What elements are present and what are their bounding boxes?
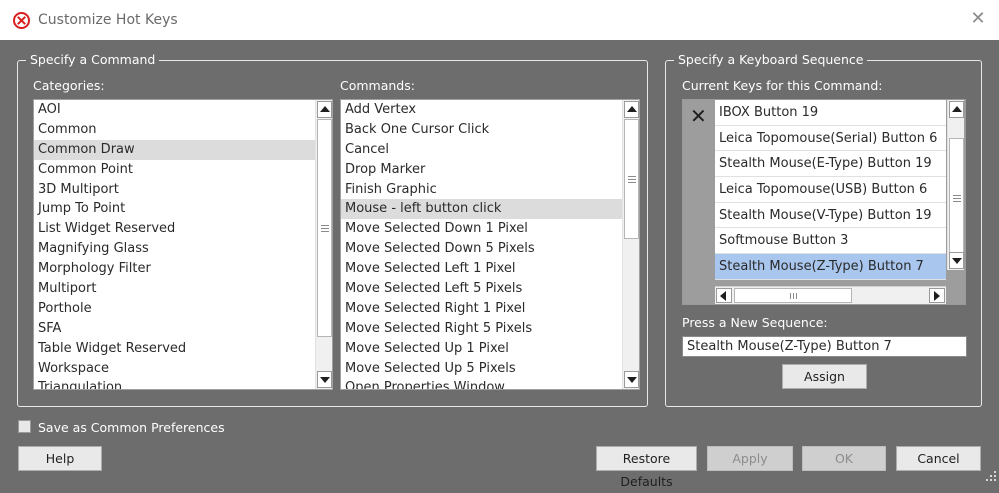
save-common-label: Save as Common Preferences	[38, 420, 225, 435]
grip-icon	[790, 293, 797, 299]
command-item[interactable]: Move Selected Left 1 Pixel	[341, 259, 622, 279]
commands-items: Add Vertex Back One Cursor Click Cancel Dro…	[341, 100, 622, 389]
scroll-thumb[interactable]	[949, 138, 964, 258]
chevron-down-icon	[320, 377, 330, 383]
cancel-button[interactable]: Cancel	[896, 446, 981, 471]
category-item[interactable]: Common Point	[34, 160, 315, 180]
title-bar: Customize Hot Keys ✕	[0, 0, 999, 40]
chevron-down-icon	[627, 377, 637, 383]
assign-button[interactable]: Assign	[782, 364, 867, 389]
scroll-right-button[interactable]	[929, 288, 945, 303]
category-item[interactable]: Common	[34, 120, 315, 140]
chevron-right-icon	[934, 291, 940, 301]
key-item[interactable]: Stealth Mouse(Z-Type) Button 7	[715, 254, 946, 280]
command-item[interactable]: Mouse - left button click	[341, 199, 622, 220]
categories-scrollbar[interactable]	[315, 100, 332, 389]
command-item[interactable]: Move Selected Right 1 Pixel	[341, 299, 622, 319]
save-common-checkbox[interactable]	[18, 420, 31, 433]
categories-items: AOI Common Common Draw Common Point 3D Multi…	[34, 100, 315, 389]
category-item[interactable]: Porthole	[34, 299, 315, 319]
scroll-thumb[interactable]	[624, 119, 639, 239]
prohibited-circle-icon	[13, 12, 30, 29]
current-keys-panel: ✕ IBOX Button 19 Leica Topomouse(Serial) …	[682, 99, 966, 305]
category-item[interactable]: Multiport	[34, 279, 315, 299]
command-item[interactable]: Move Selected Up 5 Pixels	[341, 359, 622, 379]
command-item[interactable]: Add Vertex	[341, 100, 622, 120]
categories-list[interactable]: AOI Common Common Draw Common Point 3D Multi…	[33, 99, 333, 390]
key-item[interactable]: Softmouse Button 3	[715, 228, 946, 255]
commands-label: Commands:	[340, 78, 415, 93]
remove-key-icon[interactable]: ✕	[690, 106, 707, 126]
apply-button[interactable]: Apply	[707, 446, 793, 471]
command-group-legend: Specify a Command	[26, 52, 160, 68]
ok-button[interactable]: OK	[802, 446, 886, 471]
scroll-up-button[interactable]	[624, 101, 639, 118]
scroll-up-button[interactable]	[949, 101, 964, 118]
key-item[interactable]: Leica Topomouse(USB) Button 6	[715, 177, 946, 203]
key-item[interactable]: Stealth Mouse(V-Type) Button 19	[715, 203, 946, 229]
new-sequence-label: Press a New Sequence:	[682, 315, 828, 330]
key-item[interactable]: Leica Topomouse(Serial) Button 6	[715, 126, 946, 152]
keyboard-group-legend: Specify a Keyboard Sequence	[674, 52, 868, 68]
scroll-up-button[interactable]	[317, 101, 332, 118]
help-button[interactable]: Help	[18, 446, 102, 471]
grip-icon	[953, 195, 961, 202]
scroll-down-button[interactable]	[317, 371, 332, 388]
key-item[interactable]: Stealth Mouse(E-Type) Button 19	[715, 151, 946, 178]
commands-scrollbar[interactable]	[622, 100, 639, 389]
horizontal-scroll-thumb[interactable]	[734, 288, 852, 303]
scroll-down-button[interactable]	[949, 252, 964, 269]
close-icon[interactable]: ✕	[967, 8, 989, 30]
command-item[interactable]: Cancel	[341, 140, 622, 160]
chevron-left-icon	[720, 291, 726, 301]
current-keys-label: Current Keys for this Command:	[682, 78, 883, 93]
category-item[interactable]: AOI	[34, 100, 315, 120]
scroll-left-button[interactable]	[716, 288, 732, 303]
command-item[interactable]: Move Selected Right 5 Pixels	[341, 319, 622, 339]
chevron-down-icon	[952, 258, 962, 264]
category-item[interactable]: List Widget Reserved	[34, 219, 315, 239]
key-item[interactable]: IBOX Button 19	[715, 100, 946, 126]
category-item[interactable]: Common Draw	[34, 139, 315, 160]
command-item[interactable]: Drop Marker	[341, 160, 622, 180]
keys-scrollbar[interactable]	[947, 100, 964, 270]
scroll-down-button[interactable]	[624, 371, 639, 388]
command-item[interactable]: Move Selected Left 5 Pixels	[341, 279, 622, 299]
scroll-thumb[interactable]	[317, 119, 332, 337]
commands-list[interactable]: Add Vertex Back One Cursor Click Cancel Dro…	[340, 99, 640, 390]
chevron-up-icon	[952, 106, 962, 112]
category-item[interactable]: Triangulation	[34, 378, 315, 389]
current-keys-list[interactable]: IBOX Button 19 Leica Topomouse(Serial) Bu…	[715, 100, 946, 280]
grip-icon	[628, 176, 636, 183]
command-item[interactable]: Move Selected Down 5 Pixels	[341, 239, 622, 259]
category-item[interactable]: SFA	[34, 319, 315, 339]
command-item[interactable]: Back One Cursor Click	[341, 120, 622, 140]
category-item[interactable]: Morphology Filter	[34, 259, 315, 279]
chevron-up-icon	[627, 106, 637, 112]
restore-defaults-button[interactable]: Restore Defaults	[596, 446, 697, 489]
command-item[interactable]: Move Selected Down 1 Pixel	[341, 219, 622, 239]
command-item[interactable]: Finish Graphic	[341, 180, 622, 200]
command-item[interactable]: Move Selected Up 1 Pixel	[341, 339, 622, 359]
grip-icon	[321, 225, 329, 232]
command-item[interactable]: Open Properties Window	[341, 378, 622, 389]
category-item[interactable]: Workspace	[34, 359, 315, 379]
new-sequence-field[interactable]: Stealth Mouse(Z-Type) Button 7	[682, 336, 967, 357]
category-item[interactable]: Table Widget Reserved	[34, 339, 315, 359]
categories-label: Categories:	[33, 78, 105, 93]
resize-grip-icon[interactable]	[985, 470, 997, 482]
window-title: Customize Hot Keys	[38, 12, 178, 28]
keys-horizontal-scrollbar[interactable]	[715, 286, 946, 304]
category-item[interactable]: 3D Multiport	[34, 180, 315, 200]
category-item[interactable]: Jump To Point	[34, 199, 315, 219]
chevron-up-icon	[320, 106, 330, 112]
category-item[interactable]: Magnifying Glass	[34, 239, 315, 259]
